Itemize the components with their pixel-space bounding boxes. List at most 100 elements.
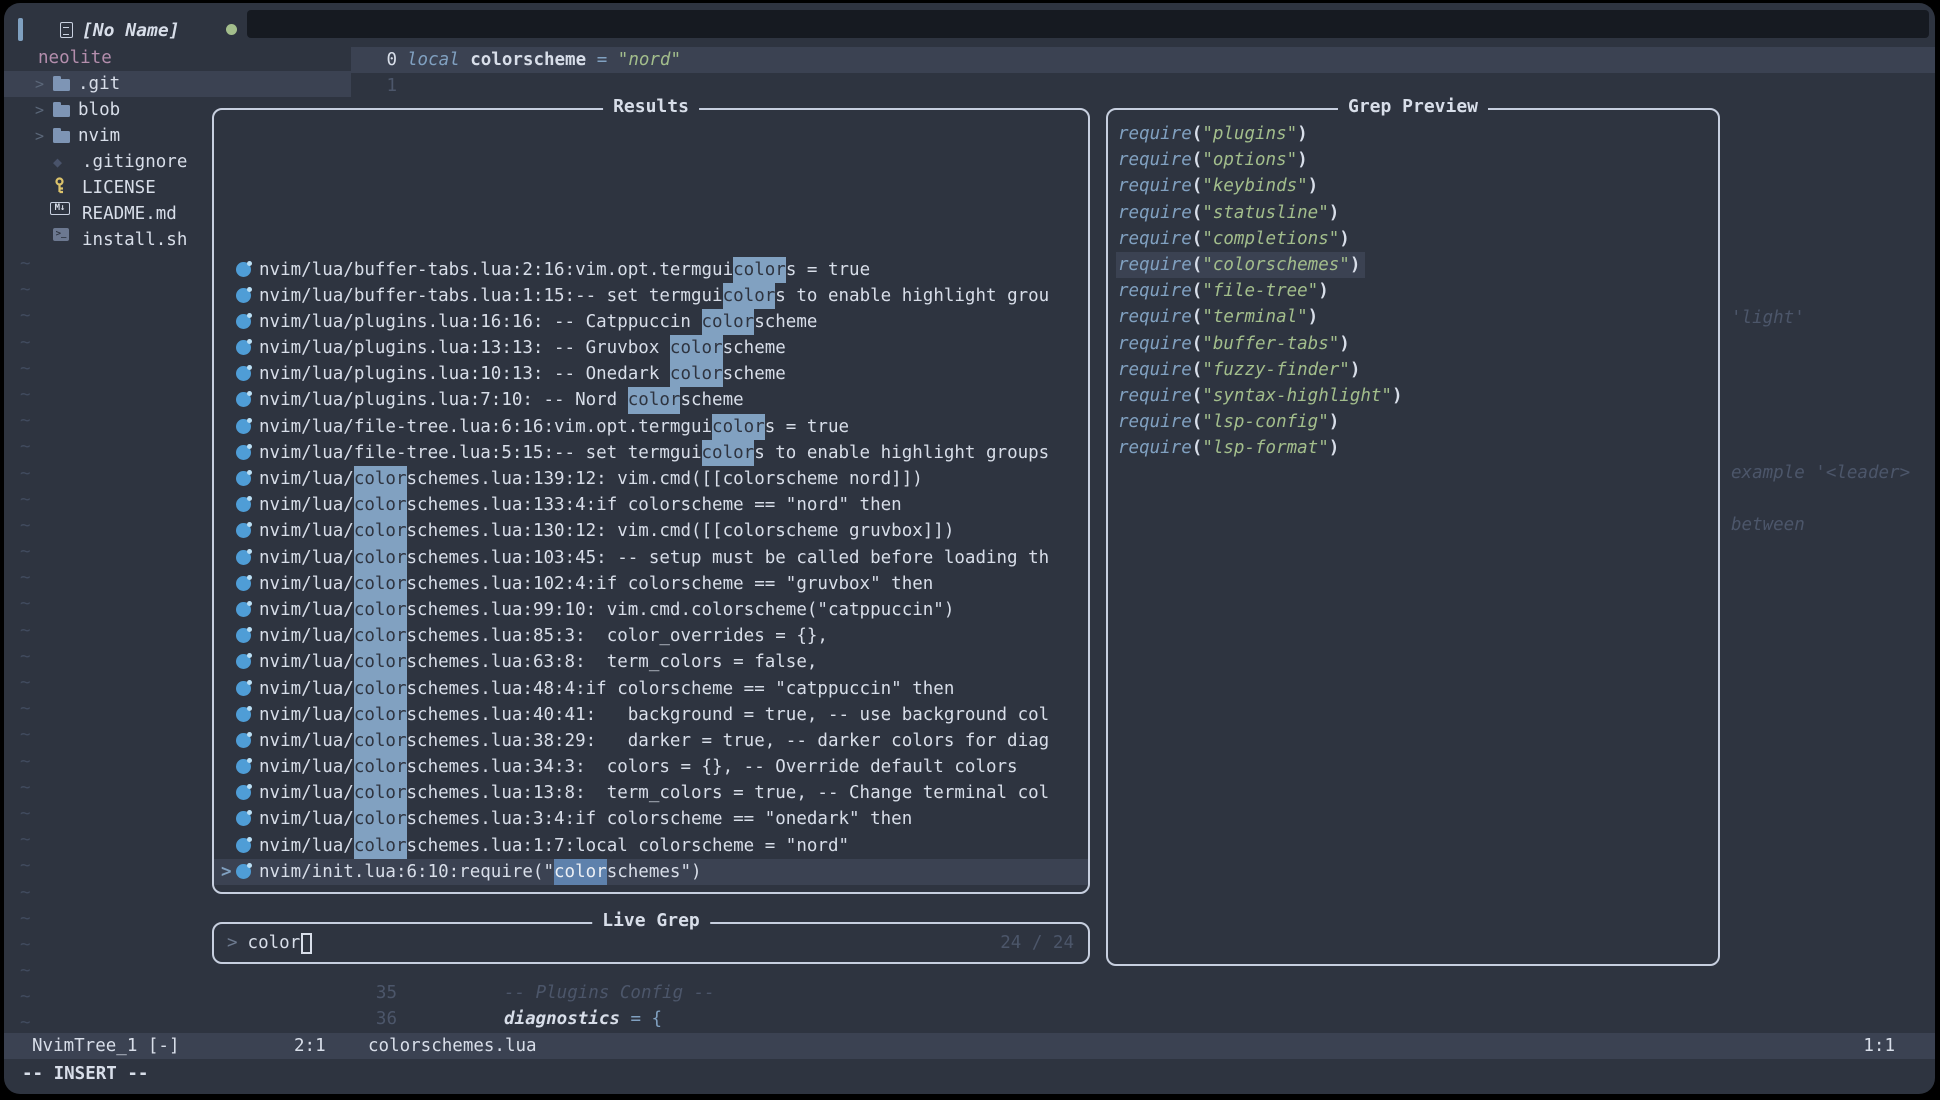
result-text: nvim/lua/plugins.lua:13:13: -- Gruvbox — [259, 338, 670, 358]
result-text: nvim/lua/buffer-tabs.lua:1:15:-- set ter… — [259, 286, 723, 306]
tilde-marker: ~ — [20, 277, 40, 303]
result-row[interactable]: nvim/lua/colorschemes.lua:63:8: term_col… — [214, 649, 1088, 675]
result-row[interactable]: nvim/lua/colorschemes.lua:1:7:local colo… — [214, 833, 1088, 859]
editor-line-0: local colorscheme = "nord" — [407, 47, 681, 73]
code-token: ( — [1192, 150, 1203, 170]
result-row[interactable]: nvim/lua/colorschemes.lua:40:41: backgro… — [214, 702, 1088, 728]
result-row[interactable]: nvim/lua/colorschemes.lua:99:10: vim.cmd… — [214, 597, 1088, 623]
grep-preview-title: Grep Preview — [1338, 96, 1488, 117]
code-token: ( — [1192, 438, 1203, 458]
filetree-item-label: install.sh — [82, 227, 187, 253]
chevron-right-icon[interactable]: > — [35, 123, 44, 149]
statusline-right-position: 1:1 — [1863, 1033, 1895, 1059]
tab-no-name[interactable]: [No Name] — [60, 17, 180, 43]
code-token: require — [1118, 150, 1192, 170]
nvim-window: [No Name] neolite >.git>blob>nvim◆.gitig… — [4, 3, 1935, 1094]
result-row[interactable]: nvim/lua/colorschemes.lua:130:12: vim.cm… — [214, 518, 1088, 544]
tilde-marker: ~ — [20, 487, 40, 513]
filetree-item-label: blob — [78, 97, 120, 123]
tilde-marker: ~ — [20, 801, 40, 827]
match-highlight: color — [354, 492, 407, 518]
result-row[interactable]: nvim/lua/plugins.lua:10:13: -- Onedark c… — [214, 361, 1088, 387]
result-text: schemes") — [607, 862, 702, 882]
live-grep-input[interactable]: > color — [214, 924, 1088, 962]
result-row[interactable]: nvim/lua/file-tree.lua:6:16:vim.opt.term… — [214, 414, 1088, 440]
result-row[interactable]: nvim/lua/colorschemes.lua:38:29: darker … — [214, 728, 1088, 754]
result-row[interactable]: nvim/lua/colorschemes.lua:85:3: color_ov… — [214, 623, 1088, 649]
result-row[interactable]: nvim/lua/colorschemes.lua:34:3: colors =… — [214, 754, 1088, 780]
result-text: schemes.lua:1:7:local colorscheme = "nor… — [407, 836, 850, 856]
preview-line-code: require("terminal") — [1116, 304, 1323, 330]
result-text: nvim/lua/ — [259, 626, 354, 646]
code-token: require — [1118, 176, 1192, 196]
match-highlight: color — [723, 283, 776, 309]
code-token: "colorschemes" — [1202, 255, 1350, 275]
match-highlight: color — [354, 649, 407, 675]
filetree-root-name: neolite — [38, 45, 112, 71]
result-row[interactable]: nvim/lua/colorschemes.lua:139:12: vim.cm… — [214, 466, 1088, 492]
code-token: "terminal" — [1202, 307, 1307, 327]
tab-label: [No Name] — [82, 20, 180, 41]
preview-line-code: require("plugins") — [1116, 121, 1313, 147]
result-row[interactable]: nvim/lua/colorschemes.lua:3:4:if colorsc… — [214, 806, 1088, 832]
results-counter: 24 / 24 — [1000, 924, 1074, 962]
code-token: require — [1118, 386, 1192, 406]
result-row[interactable]: nvim/init.lua:6:10:require("colorschemes… — [214, 859, 1088, 885]
code-token: require — [1118, 334, 1192, 354]
mode-indicator: -- INSERT -- — [22, 1061, 148, 1087]
lua-file-icon — [236, 654, 251, 669]
result-text: nvim/lua/file-tree.lua:6:16:vim.opt.term… — [259, 417, 712, 437]
result-row[interactable]: nvim/lua/plugins.lua:13:13: -- Gruvbox c… — [214, 335, 1088, 361]
result-row[interactable]: nvim/lua/colorschemes.lua:102:4:if color… — [214, 571, 1088, 597]
lua-file-icon — [236, 392, 251, 407]
code-token: "keybinds" — [1202, 176, 1307, 196]
statusline: NvimTree_1 [-] 2:1 colorschemes.lua 1:1 — [4, 1033, 1935, 1059]
result-row[interactable]: nvim/lua/file-tree.lua:5:15:-- set termg… — [214, 440, 1088, 466]
result-row[interactable]: nvim/lua/buffer-tabs.lua:2:16:vim.opt.te… — [214, 257, 1088, 283]
line-number-1: 1 — [351, 73, 397, 99]
empty-buffer-tildes: ~~~~~~~~~~~~~~~~~~~~~~~~~~~~~~ — [20, 251, 40, 1037]
key-icon — [53, 176, 66, 202]
result-text: schemes.lua:103:45: -- setup must be cal… — [407, 548, 1050, 568]
line-number-36: 36 — [351, 1006, 397, 1032]
clipped-buffer-text: between — [1731, 512, 1805, 538]
match-highlight: color — [702, 440, 755, 466]
code-token: ( — [1192, 334, 1203, 354]
result-row[interactable]: nvim/lua/colorschemes.lua:48:4:if colors… — [214, 676, 1088, 702]
result-row[interactable]: nvim/lua/colorschemes.lua:133:4:if color… — [214, 492, 1088, 518]
preview-line: require("buffer-tabs") — [1116, 331, 1714, 357]
preview-line-code: require("buffer-tabs") — [1116, 331, 1355, 357]
preview-line: require("statusline") — [1116, 200, 1714, 226]
results-list: nvim/lua/buffer-tabs.lua:2:16:vim.opt.te… — [214, 110, 1088, 892]
result-row[interactable]: nvim/lua/plugins.lua:16:16: -- Catppucci… — [214, 309, 1088, 335]
result-text: schemes.lua:48:4:if colorscheme == "catp… — [407, 679, 955, 699]
lua-file-icon — [236, 733, 251, 748]
folder-icon — [53, 79, 70, 91]
code-token: ( — [1192, 412, 1203, 432]
preview-line-code: require("lsp-config") — [1116, 409, 1344, 435]
statusline-buffer-name: NvimTree_1 [-] — [32, 1033, 180, 1059]
folder-icon — [53, 105, 70, 117]
result-row[interactable]: nvim/lua/buffer-tabs.lua:1:15:-- set ter… — [214, 283, 1088, 309]
lua-file-icon — [236, 681, 251, 696]
result-row[interactable]: nvim/lua/colorschemes.lua:103:45: -- set… — [214, 545, 1088, 571]
result-text: nvim/lua/ — [259, 679, 354, 699]
tilde-marker: ~ — [20, 565, 40, 591]
code-token: "options" — [1202, 150, 1297, 170]
chevron-right-icon[interactable]: > — [35, 97, 44, 123]
result-text: nvim/lua/ — [259, 705, 354, 725]
operator-equals: = — [597, 50, 608, 70]
result-text: schemes.lua:99:10: vim.cmd.colorscheme("… — [407, 600, 955, 620]
code-token: require — [1118, 307, 1192, 327]
code-token: ( — [1192, 176, 1203, 196]
result-row[interactable]: nvim/lua/plugins.lua:7:10: -- Nord color… — [214, 387, 1088, 413]
result-text: scheme — [723, 364, 786, 384]
preview-line: require("syntax-highlight") — [1116, 383, 1714, 409]
filetree-item-git[interactable]: >.git — [4, 71, 351, 97]
chevron-right-icon[interactable]: > — [35, 71, 44, 97]
tilde-marker: ~ — [20, 670, 40, 696]
result-row[interactable]: nvim/lua/colorschemes.lua:13:8: term_col… — [214, 780, 1088, 806]
match-highlight: color — [670, 335, 723, 361]
tilde-marker: ~ — [20, 984, 40, 1010]
tilde-marker: ~ — [20, 775, 40, 801]
